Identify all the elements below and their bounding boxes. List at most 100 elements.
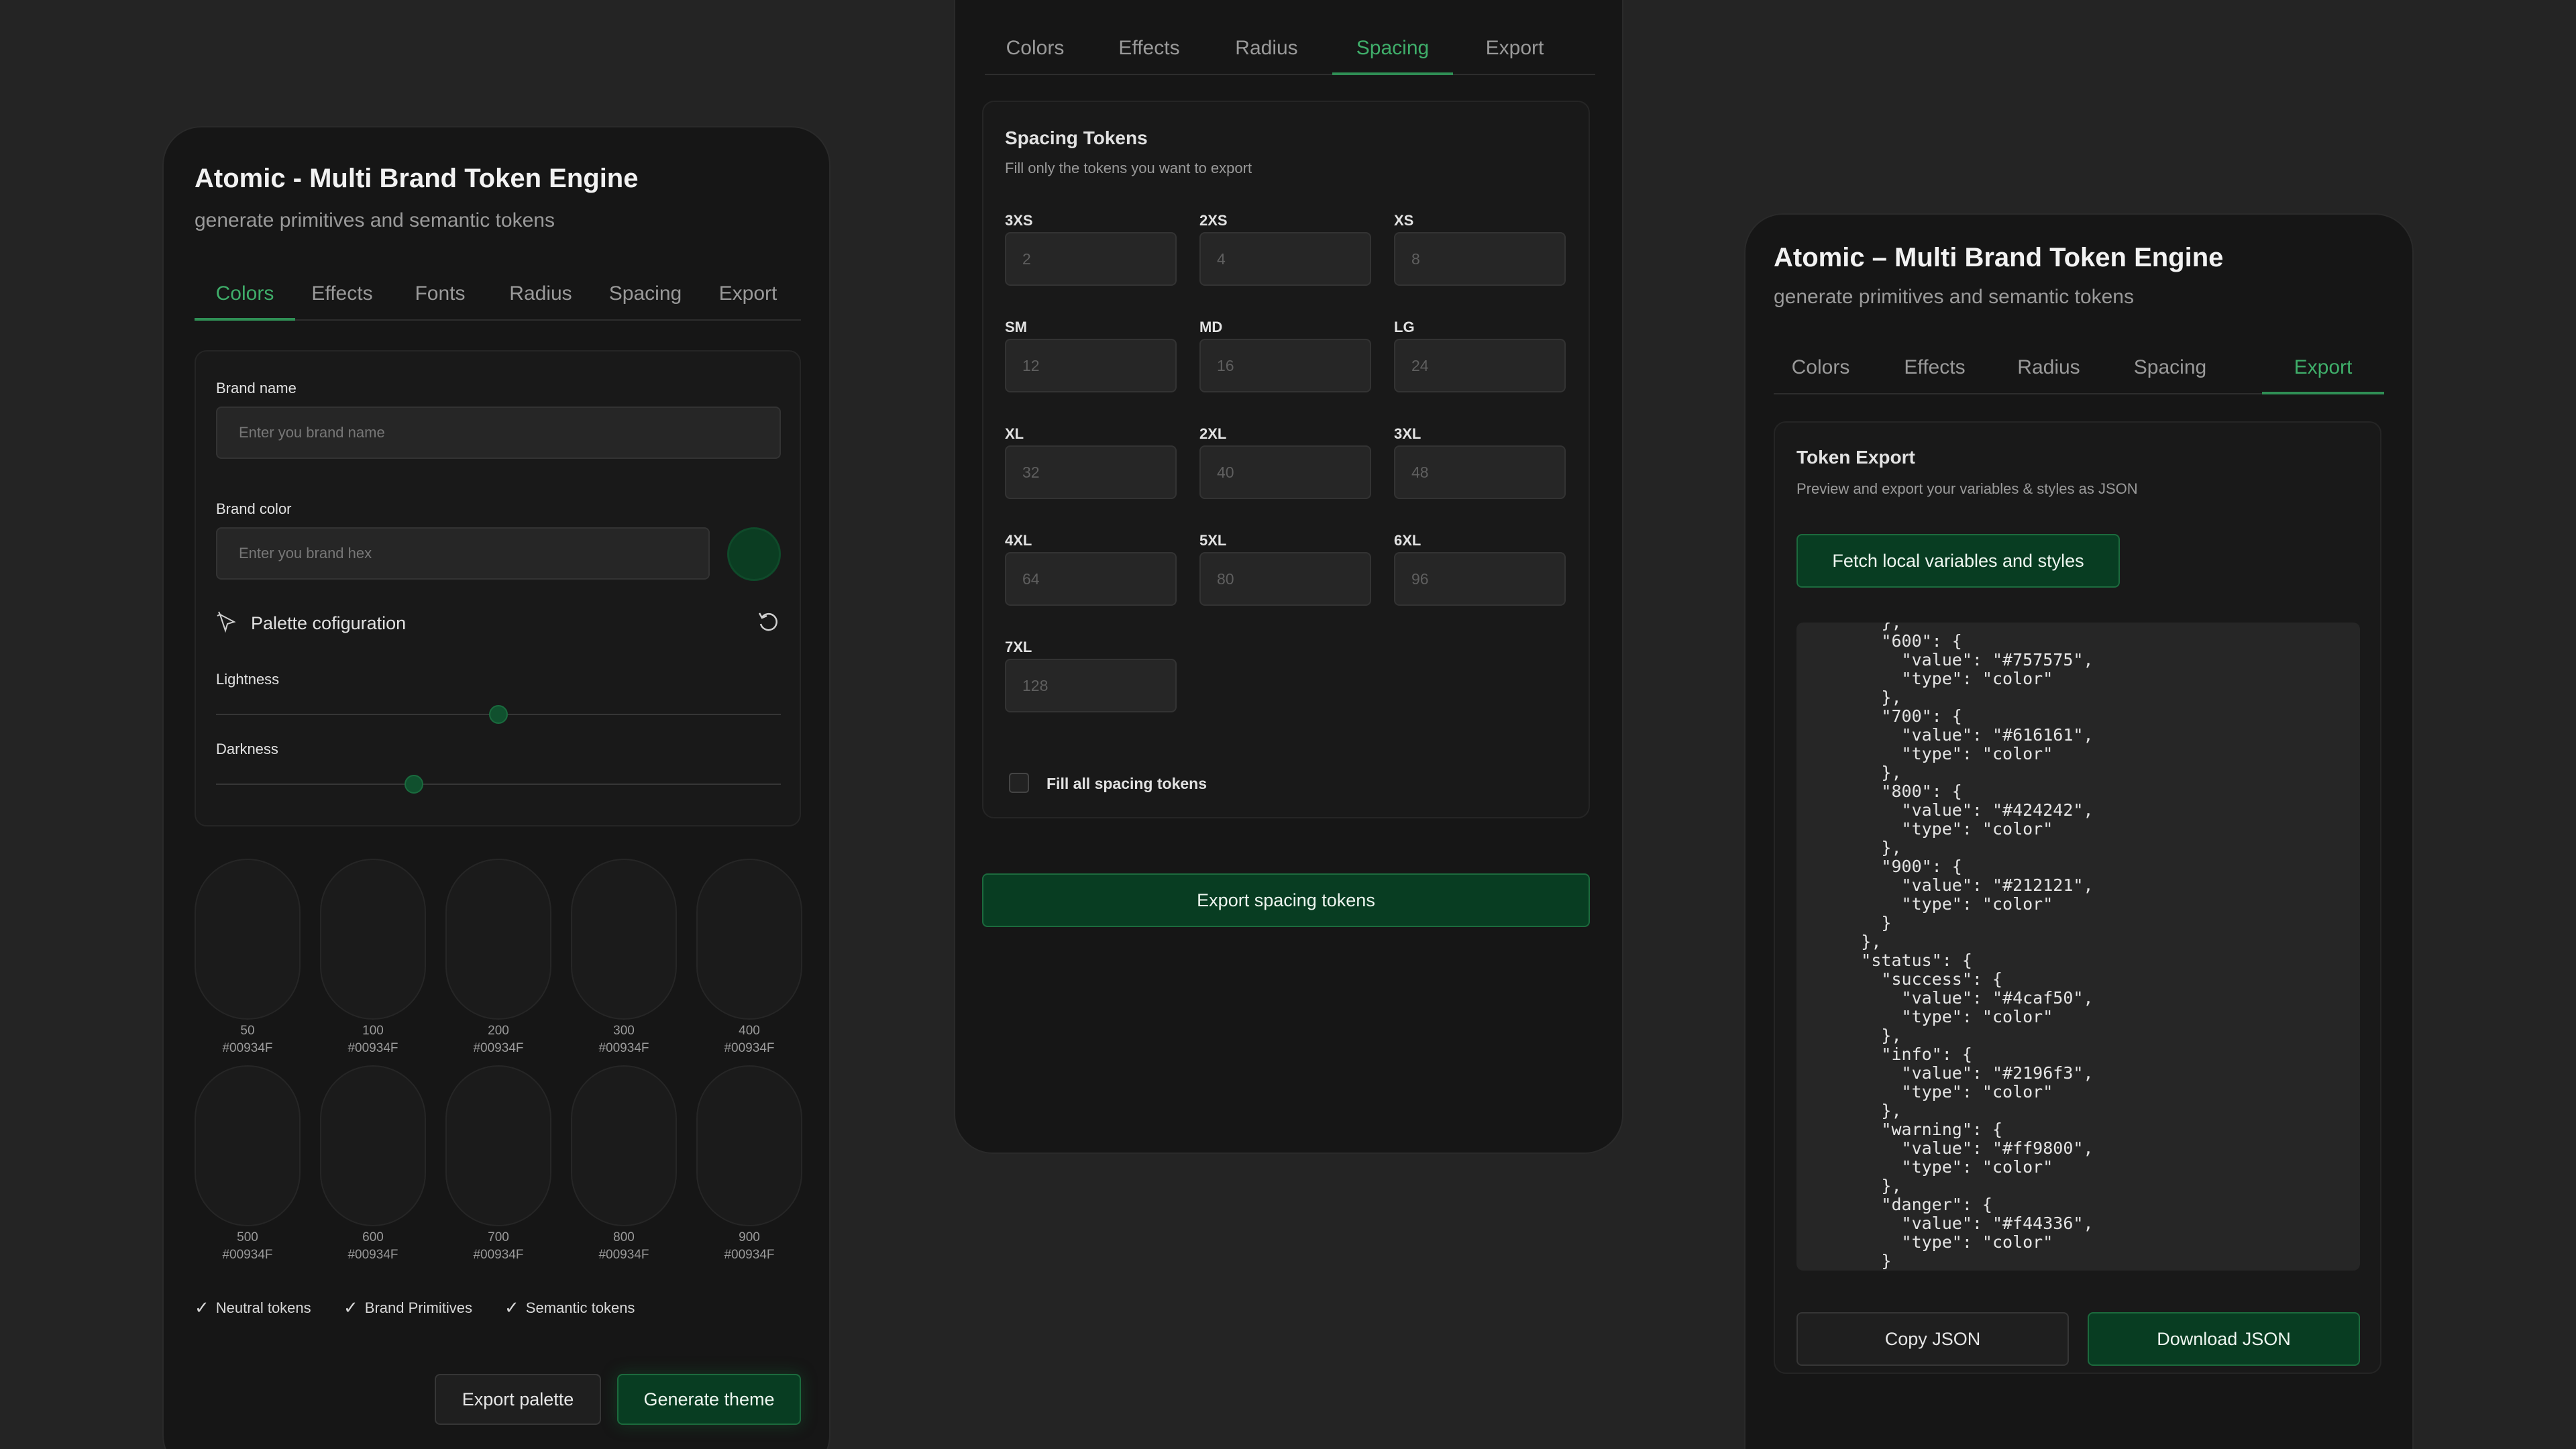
palette-swatch[interactable] [445, 859, 551, 1020]
code-line: "800": { [1801, 782, 1962, 801]
palette-swatch[interactable] [571, 859, 677, 1020]
code-line: "warning": { [1801, 1120, 2003, 1139]
swatch-step: 300 [613, 1024, 635, 1038]
spacing-token-input[interactable]: 24 [1394, 339, 1566, 392]
lightness-label: Lightness [216, 671, 280, 688]
code-line: "value": "#616161", [1801, 725, 2094, 745]
export-palette-button[interactable]: Export palette [435, 1374, 601, 1425]
tab-radius[interactable]: Radius [1226, 28, 1307, 75]
swatch-hex: #00934F [598, 1248, 649, 1262]
spacing-token-label: MD [1199, 319, 1223, 335]
fill-all-checkbox[interactable] [1009, 773, 1029, 793]
brand-name-input[interactable]: Enter you brand name [216, 407, 781, 459]
darkness-slider-thumb[interactable] [404, 775, 423, 794]
code-line: }, [1801, 1026, 1902, 1045]
spacing-token-input[interactable]: 96 [1394, 552, 1566, 606]
code-line: "success": { [1801, 969, 2003, 989]
panel-subtitle: Fill only the tokens you want to export [1005, 160, 1252, 176]
download-json-button[interactable]: Download JSON [2088, 1312, 2360, 1366]
palette-swatch[interactable] [445, 1065, 551, 1226]
spacing-token-input[interactable]: 16 [1199, 339, 1371, 392]
check-neutral-tokens[interactable]: ✓ Neutral tokens [195, 1297, 311, 1318]
code-line: "900": { [1801, 857, 1962, 876]
darkness-slider-track[interactable] [216, 784, 781, 785]
tab-spacing[interactable]: Spacing [2120, 347, 2220, 394]
swatch-hex: #00934F [724, 1248, 775, 1262]
app-subtitle: generate primitives and semantic tokens [195, 209, 555, 231]
code-line: }, [1801, 932, 1882, 951]
tab-export[interactable]: Export [1469, 28, 1560, 75]
lightness-slider-thumb[interactable] [489, 705, 508, 724]
tab-spacing[interactable]: Spacing [1332, 28, 1453, 75]
spacing-token-label: XS [1394, 212, 1414, 229]
code-line: "type": "color" [1801, 744, 2053, 763]
export-spacing-button[interactable]: Export spacing tokens [982, 873, 1590, 927]
swatch-hex: #00934F [473, 1041, 524, 1055]
tab-effects[interactable]: Effects [1888, 347, 1982, 394]
tab-effects[interactable]: Effects [1106, 28, 1193, 75]
reset-icon[interactable] [755, 609, 781, 635]
palette-swatch[interactable] [195, 859, 301, 1020]
tab-effects[interactable]: Effects [302, 274, 382, 321]
spacing-token-input[interactable]: 32 [1005, 445, 1177, 499]
palette-swatch[interactable] [696, 859, 802, 1020]
palette-swatch[interactable] [320, 1065, 426, 1226]
fetch-variables-button[interactable]: Fetch local variables and styles [1796, 534, 2120, 588]
swatch-step: 50 [240, 1024, 255, 1038]
swatch-hex: #00934F [347, 1041, 398, 1055]
code-line: "type": "color" [1801, 894, 2053, 914]
generate-theme-button[interactable]: Generate theme [617, 1374, 801, 1425]
code-line: } [1801, 913, 1892, 932]
spacing-token-input[interactable]: 40 [1199, 445, 1371, 499]
palette-swatch[interactable] [696, 1065, 802, 1226]
swatch-step: 700 [488, 1230, 509, 1244]
spacing-token-input[interactable]: 4 [1199, 232, 1371, 286]
tab-fonts[interactable]: Fonts [407, 274, 474, 321]
tab-colors[interactable]: Colors [985, 28, 1085, 75]
json-preview[interactable]: }, "600": { "value": "#757575", "type": … [1796, 623, 2360, 1271]
tab-export[interactable]: Export [711, 274, 785, 321]
magic-wand-icon [216, 610, 239, 633]
tab-colors[interactable]: Colors [1774, 347, 1868, 394]
export-card: Atomic – Multi Brand Token Engine genera… [1744, 213, 2414, 1449]
palette-config-title: Palette cofiguration [251, 613, 407, 633]
spacing-token-label: LG [1394, 319, 1415, 335]
spacing-token-input[interactable]: 80 [1199, 552, 1371, 606]
palette-swatch[interactable] [320, 859, 426, 1020]
panel-title: Spacing Tokens [1005, 127, 1148, 148]
tab-colors[interactable]: Colors [195, 274, 295, 321]
darkness-label: Darkness [216, 741, 278, 757]
spacing-token-input[interactable]: 2 [1005, 232, 1177, 286]
code-line: "value": "#424242", [1801, 800, 2094, 820]
spacing-token-input[interactable]: 48 [1394, 445, 1566, 499]
code-line: }, [1801, 763, 1902, 782]
brand-color-swatch[interactable] [727, 527, 781, 581]
spacing-token-label: 5XL [1199, 532, 1227, 549]
swatch-step: 100 [362, 1024, 384, 1038]
spacing-token-label: 3XL [1394, 425, 1421, 442]
code-line: }, [1801, 623, 2094, 632]
tab-export[interactable]: Export [2262, 347, 2384, 394]
check-brand-primitives[interactable]: ✓ Brand Primitives [343, 1297, 472, 1318]
spacing-token-input[interactable]: 12 [1005, 339, 1177, 392]
spacing-token-input[interactable]: 64 [1005, 552, 1177, 606]
tab-radius[interactable]: Radius [2008, 347, 2089, 394]
tab-spacing[interactable]: Spacing [602, 274, 688, 321]
spacing-token-label: 6XL [1394, 532, 1421, 549]
spacing-token-input[interactable]: 128 [1005, 659, 1177, 712]
panel-title: Token Export [1796, 447, 1915, 468]
brand-panel: Brand name Enter you brand name Brand co… [195, 350, 801, 826]
check-semantic-tokens[interactable]: ✓ Semantic tokens [504, 1297, 635, 1318]
code-line: "value": "#212121", [1801, 875, 2094, 895]
brand-color-input[interactable]: Enter you brand hex [216, 527, 710, 580]
palette-swatch[interactable] [571, 1065, 677, 1226]
spacing-card: Colors Effects Radius Spacing Export Spa… [954, 0, 1623, 1154]
code-line: "type": "color" [1801, 1157, 2053, 1177]
swatch-hex: #00934F [473, 1248, 524, 1262]
copy-json-button[interactable]: Copy JSON [1796, 1312, 2069, 1366]
spacing-token-input[interactable]: 8 [1394, 232, 1566, 286]
palette-swatch[interactable] [195, 1065, 301, 1226]
brand-name-label: Brand name [216, 380, 297, 396]
tab-radius[interactable]: Radius [502, 274, 580, 321]
swatch-step: 400 [739, 1024, 760, 1038]
